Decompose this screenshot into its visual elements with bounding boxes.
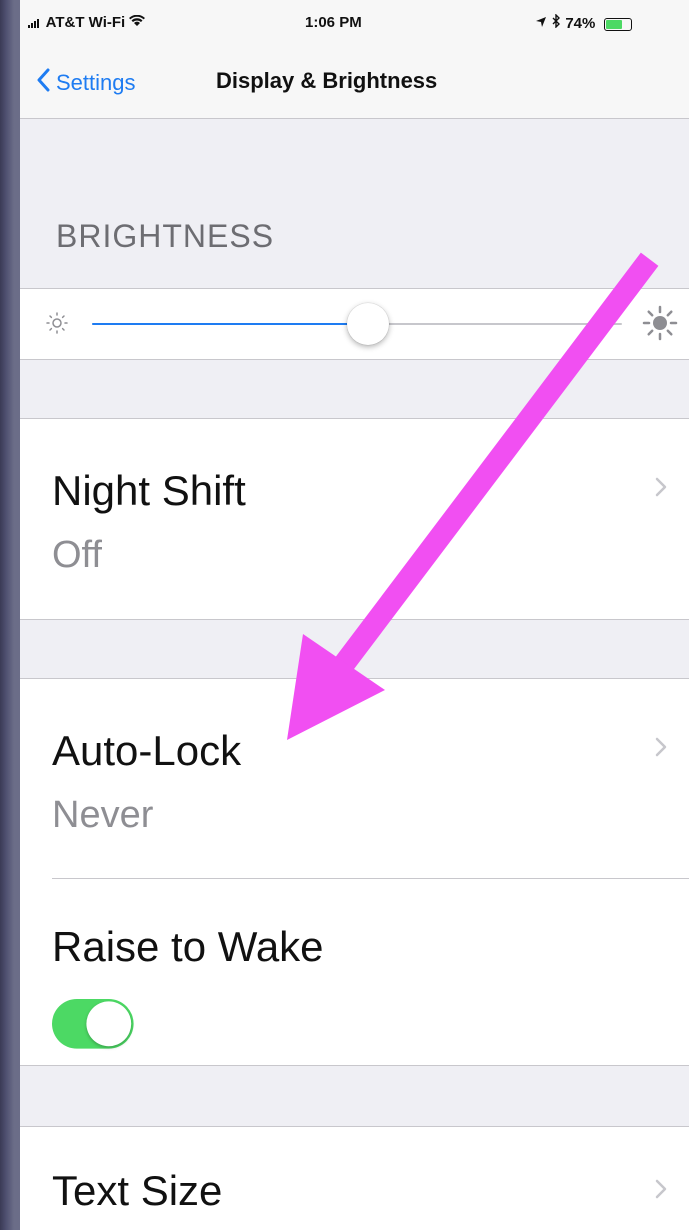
annotation-arrow-shaft [322,252,659,688]
annotation-arrow [287,252,659,740]
annotation-arrow-head [287,634,385,740]
